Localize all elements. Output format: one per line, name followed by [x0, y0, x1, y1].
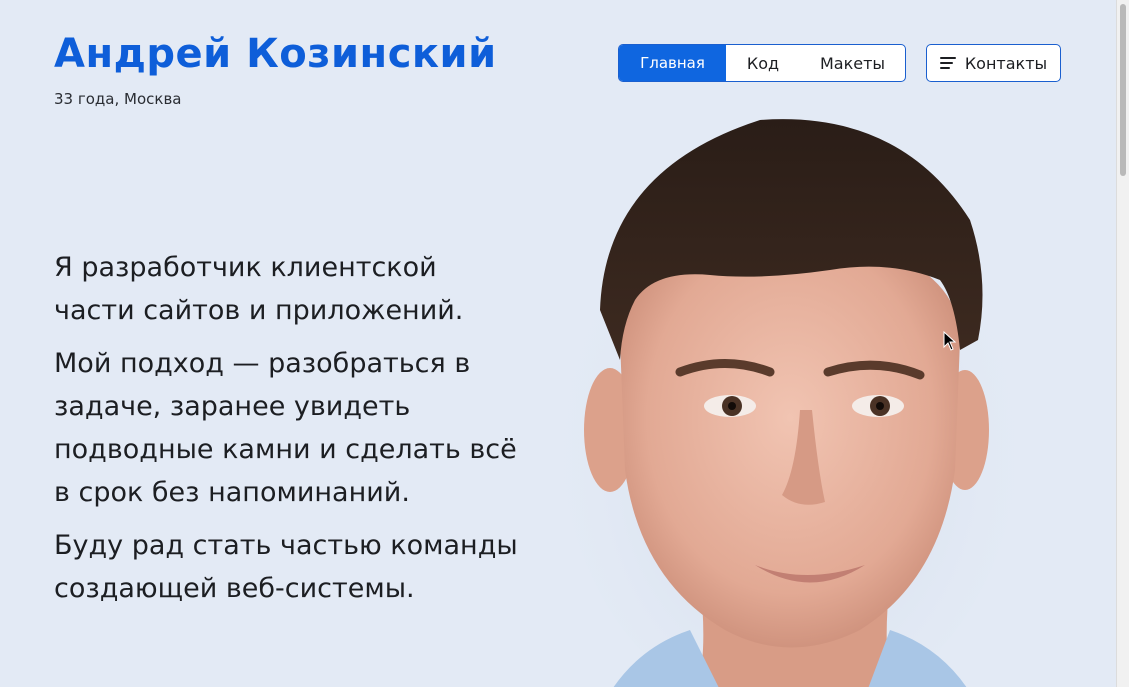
author-portrait [560, 119, 1020, 687]
scrollbar-thumb[interactable] [1120, 4, 1126, 176]
author-subtitle: 33 года, Москва [54, 90, 182, 108]
intro-paragraph-2: Мой подход — разобраться в задаче, заран… [54, 348, 517, 508]
intro-paragraph-3: Буду рад стать частью команды создающей … [54, 530, 518, 604]
author-name: Андрей Козинский [54, 31, 497, 77]
tab-code[interactable]: Код [726, 45, 800, 81]
intro-text: Я разработчик клиентской части сайтов и … [54, 246, 524, 620]
brand: Андрей Козинский 33 года, Москва [54, 30, 497, 108]
tab-home[interactable]: Главная [619, 45, 726, 81]
contacts-button[interactable]: Контакты [926, 44, 1061, 82]
mouse-cursor-icon [943, 331, 957, 351]
scrollbar[interactable] [1116, 0, 1129, 687]
tab-layouts[interactable]: Макеты [800, 45, 905, 81]
contacts-label: Контакты [964, 53, 1048, 73]
intro-paragraph-1: Я разработчик клиентской части сайтов и … [54, 252, 464, 326]
main-nav: Главная Код Макеты [618, 44, 906, 82]
page: Андрей Козинский 33 года, Москва Главная… [0, 0, 1129, 687]
menu-icon [939, 57, 956, 69]
